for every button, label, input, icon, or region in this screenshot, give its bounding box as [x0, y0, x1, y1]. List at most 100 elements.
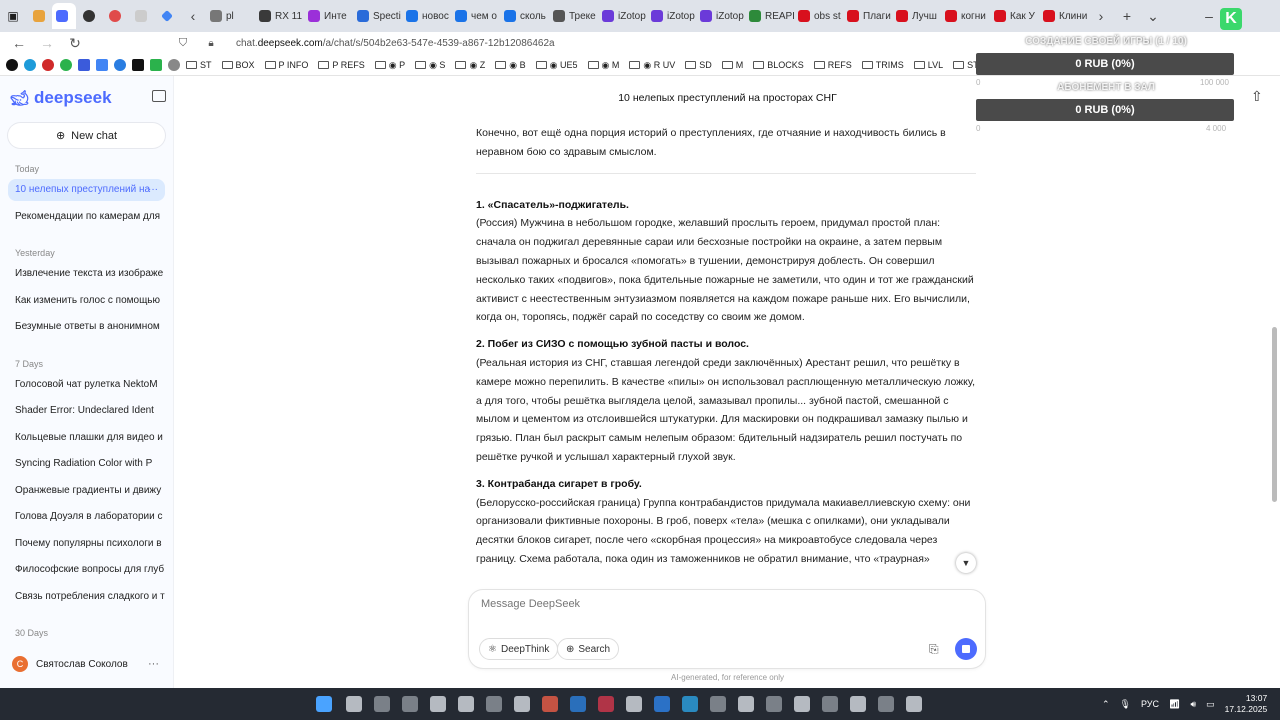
bookmark-folder[interactable]: P INFO [264, 60, 308, 71]
chat-history-item[interactable]: Голова Доуэля в лаборатории с [8, 506, 165, 528]
new-chat-button[interactable]: ⊕ New chat [8, 123, 165, 148]
browser-tab[interactable]: Specti [353, 3, 402, 29]
scrollbar[interactable] [1272, 327, 1277, 502]
chevron-up-icon[interactable]: ⌃ [1102, 699, 1110, 710]
pinned-tab[interactable] [154, 4, 180, 28]
bookmark-folder[interactable]: SD [685, 60, 712, 71]
pinterest-icon[interactable] [42, 59, 54, 71]
chat-history-item[interactable]: Оранжевые градиенты и движу [8, 480, 165, 502]
back-icon[interactable]: ← [8, 35, 30, 51]
browser-tab[interactable]: REAPE [745, 3, 794, 29]
browser-tab[interactable]: iZotop [696, 3, 745, 29]
taskbar-app-icon[interactable] [822, 696, 838, 712]
microphone-icon[interactable]: 🎙︎ [1120, 699, 1131, 710]
bookmark-folder[interactable]: ◉ M [587, 60, 619, 71]
browser-tab[interactable]: сколь [500, 3, 549, 29]
bookmark-folder[interactable]: REFS [813, 60, 852, 71]
tab-scroll-right-icon[interactable]: › [1088, 8, 1114, 24]
stop-button[interactable] [955, 638, 977, 660]
minimize-window-icon[interactable]: – [1196, 8, 1222, 24]
taskbar-app-icon[interactable] [374, 696, 390, 712]
battery-icon[interactable]: ▭ [1206, 699, 1215, 710]
windows-start-icon[interactable] [316, 696, 332, 712]
bookmark-folder[interactable]: P REFS [318, 60, 365, 71]
chat-history-item[interactable]: Как изменить голос с помощью [8, 290, 165, 312]
whatsapp-icon[interactable] [60, 59, 72, 71]
url-field[interactable]: chat.deepseek.com/a/chat/s/504b2e63-547e… [236, 38, 555, 49]
more-icon[interactable]: ··· [148, 179, 158, 201]
taskbar-app-icon[interactable] [850, 696, 866, 712]
clock[interactable]: 13:07 17.12.2025 [1225, 693, 1268, 715]
deepthink-button[interactable]: ⚛ DeepThink [479, 638, 559, 660]
taskbar-app-icon[interactable] [682, 696, 698, 712]
taskbar-app-icon[interactable] [738, 696, 754, 712]
taskbar-app-icon[interactable] [766, 696, 782, 712]
chat-history-item[interactable]: Shader Error: Undeclared Ident [8, 400, 165, 422]
chat-history-item[interactable]: Рекомендации по камерам для [8, 206, 165, 228]
bookmark-folder[interactable]: BOX [221, 60, 255, 71]
taskbar-app-icon[interactable] [402, 696, 418, 712]
collapse-sidebar-icon[interactable] [152, 90, 166, 102]
chat-history-item[interactable]: 10 нелепых преступлений на ··· [8, 179, 165, 201]
chat-history-item[interactable]: Голосовой чат рулетка NektoM [8, 374, 165, 396]
bookmark-folder[interactable]: M [721, 60, 743, 71]
tab-list-chevron-icon[interactable]: ⌄ [1140, 8, 1166, 25]
bookmark-icon[interactable] [114, 59, 126, 71]
scroll-down-icon[interactable]: ▼ [956, 553, 976, 573]
share-icon[interactable]: ⇧ [1251, 88, 1263, 105]
github-icon[interactable] [6, 59, 18, 71]
tab-deepseek-active[interactable] [52, 3, 76, 29]
bookmark-folder[interactable]: ◉ P [374, 60, 405, 71]
new-tab-button[interactable]: + [1114, 8, 1140, 24]
chat-history-item[interactable]: Syncing Radiation Color with P [8, 453, 165, 475]
taskbar-app-icon[interactable] [710, 696, 726, 712]
bookmark-folder[interactable]: ◉ B [495, 60, 526, 71]
bookmark-folder[interactable]: ◉ Z [455, 60, 485, 71]
taskbar-app-icon[interactable] [430, 696, 446, 712]
browser-tab[interactable]: iZotop [647, 3, 696, 29]
search-button[interactable]: ⊕ Search [557, 638, 620, 660]
browser-tab[interactable]: obs st [794, 3, 843, 29]
forward-icon[interactable]: → [36, 35, 58, 51]
attach-icon[interactable]: ⎘ [929, 642, 939, 657]
pinned-tab[interactable] [102, 4, 128, 28]
chat-history-item[interactable]: Связь потребления сладкого и т [8, 586, 165, 608]
logo[interactable]: 🐋︎ deepseek [10, 88, 112, 108]
browser-tab[interactable]: Инте [304, 3, 353, 29]
taskbar-app-icon[interactable] [570, 696, 586, 712]
translate-icon[interactable] [96, 59, 108, 71]
gear-icon[interactable] [168, 59, 180, 71]
taskbar-app-icon[interactable] [654, 696, 670, 712]
user-profile[interactable]: С Святослав Соколов [12, 656, 128, 672]
message-input[interactable] [481, 598, 881, 610]
browser-tab[interactable]: чем о [451, 3, 500, 29]
chat-history-item[interactable]: Почему популярны психологи в [8, 533, 165, 555]
taskbar-app-icon[interactable] [794, 696, 810, 712]
browser-tab[interactable]: Лучш [892, 3, 941, 29]
bookmark-icon[interactable] [78, 59, 90, 71]
taskbar-app-icon[interactable] [514, 696, 530, 712]
chat-history-item[interactable]: Извлечение текста из изображе [8, 263, 165, 285]
taskbar-app-icon[interactable] [878, 696, 894, 712]
k-green-icon[interactable] [150, 59, 162, 71]
bookmark-folder[interactable]: ST [953, 60, 979, 71]
bookmark-folder[interactable]: TRIMS [861, 60, 904, 71]
browser-tab[interactable]: RX 11 [255, 3, 304, 29]
chat-history-item[interactable]: Философские вопросы для глуб [8, 559, 165, 581]
bookmark-folder[interactable]: LVL [913, 60, 943, 71]
pinned-tab[interactable] [26, 4, 52, 28]
language-indicator[interactable]: РУС [1141, 699, 1159, 709]
shield-icon[interactable]: ⛉ [172, 37, 194, 50]
k-icon[interactable] [132, 59, 144, 71]
lock-icon[interactable]: 🔒︎ [200, 38, 222, 49]
pinned-tab[interactable] [128, 4, 154, 28]
reload-icon[interactable]: ↻ [64, 35, 86, 52]
bookmark-folder[interactable]: BLOCKS [753, 60, 804, 71]
browser-tab[interactable]: pl [206, 3, 255, 29]
more-icon[interactable]: ··· [148, 658, 159, 670]
browser-tab[interactable]: Как У [990, 3, 1039, 29]
tab-scroll-left-icon[interactable]: ‹ [180, 8, 206, 24]
browser-tab[interactable]: iZotop [598, 3, 647, 29]
browser-tab[interactable]: Плаги [843, 3, 892, 29]
pinned-tab[interactable] [76, 4, 102, 28]
